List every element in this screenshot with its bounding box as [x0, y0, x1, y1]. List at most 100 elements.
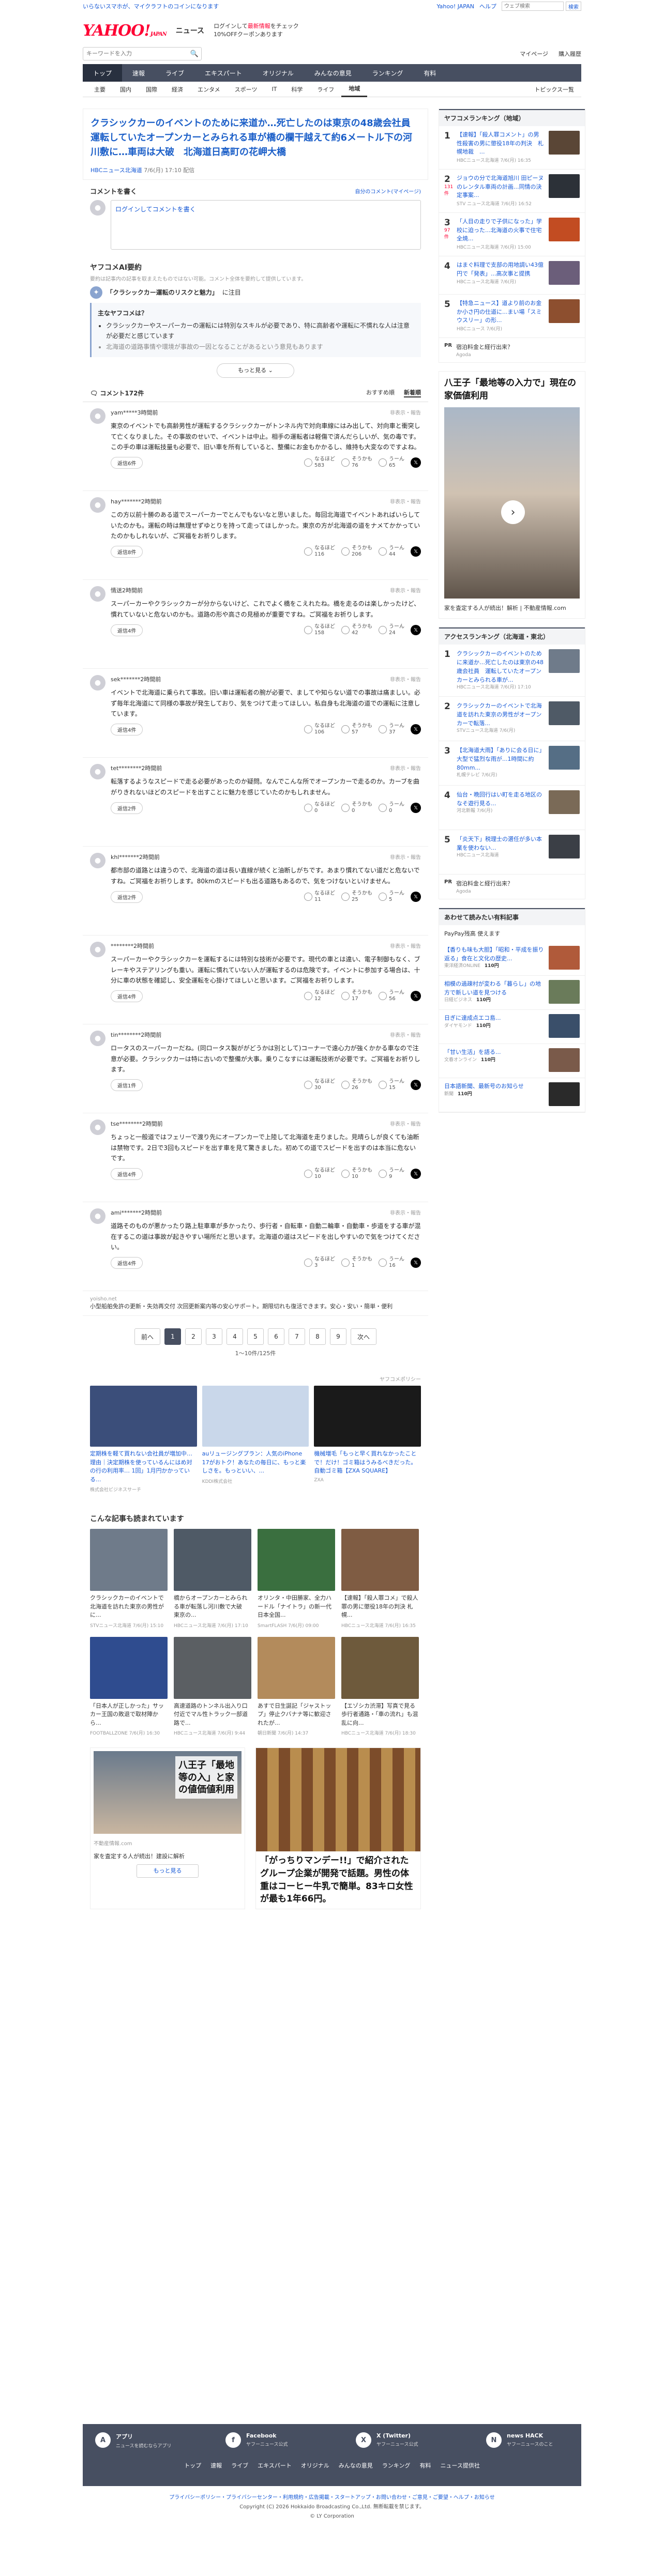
chevron-right-icon[interactable]: ›	[501, 500, 525, 525]
sort-newest[interactable]: 新着順	[404, 388, 421, 398]
search-icon[interactable]: 🔍	[188, 50, 201, 58]
x-share-icon[interactable]: 𝕏	[411, 724, 421, 735]
footer-nav-link[interactable]: ニュース提供社	[440, 2461, 479, 2470]
realestate-ad[interactable]: 八王子「最地等の入」と家の値価値利用 不動産情報.com 家を査定する人が続出！…	[90, 1747, 245, 1909]
reply-button[interactable]: 返信8件	[111, 545, 143, 558]
tab-original[interactable]: オリジナル	[252, 64, 304, 82]
yahoo-logo[interactable]: YAHOO!JAPAN	[83, 22, 167, 40]
category-sports[interactable]: スポーツ	[228, 82, 265, 97]
purchase-history-link[interactable]: 購入履歴	[559, 50, 581, 58]
report-link[interactable]: 非表示・報告	[390, 497, 421, 505]
pager-prev[interactable]: 前へ	[134, 1328, 160, 1345]
x-share-icon[interactable]: 𝕏	[411, 892, 421, 902]
paid-article[interactable]: 【香りも味も大胆】「昭和・平成を振り返る」食在と文化の歴史... 東洋経済ONLI…	[439, 942, 585, 976]
report-link[interactable]: 非表示・報告	[390, 675, 421, 683]
comment-input[interactable]: ログインしてコメントを書く	[111, 200, 421, 250]
footer-app-link[interactable]: f Facebook ヤフーニュース公式	[225, 2432, 308, 2449]
pager-page[interactable]: 3	[206, 1328, 222, 1345]
comment-author[interactable]: 情送	[111, 587, 122, 594]
x-share-icon[interactable]: 𝕏	[411, 457, 421, 468]
footer-nav-link[interactable]: みんなの意見	[339, 2461, 373, 2470]
maybe-reaction[interactable]: そうかも 42	[341, 624, 372, 636]
reply-button[interactable]: 返信4件	[111, 990, 143, 1002]
hmm-reaction[interactable]: うーん 5	[379, 891, 404, 903]
report-link[interactable]: 非表示・報告	[390, 764, 421, 772]
maybe-reaction[interactable]: そうかも 57	[341, 723, 372, 735]
hmm-reaction[interactable]: うーん 24	[379, 624, 404, 636]
tab-live[interactable]: ライブ	[155, 64, 194, 82]
paid-article[interactable]: 日本語新聞、最新号のお知らせ 新聞 110円	[439, 1078, 585, 1112]
ranking-pr[interactable]: PR 宿泊料金と経行出来？ Agoda	[439, 338, 585, 362]
footer-app-link[interactable]: Nnews HACK ヤフーニュースのこと	[486, 2432, 569, 2449]
report-link[interactable]: 非表示・報告	[390, 408, 421, 417]
access-ranking-item[interactable]: 5 「炎天下」税理士の選任が多い本業を使わない... HBCニュース北海道	[439, 830, 585, 875]
recommended-card[interactable]: 【エゾシカ渋滞】写真で見る歩行者通路・「車の流れ」も混乱に向... HBCニュース…	[341, 1636, 419, 1736]
pager-page[interactable]: 4	[227, 1328, 243, 1345]
report-link[interactable]: 非表示・報告	[390, 586, 421, 594]
hmm-reaction[interactable]: うーん 44	[379, 545, 404, 558]
comment-author[interactable]: tet********	[111, 765, 141, 772]
web-search-button[interactable]: 検索	[566, 2, 581, 11]
paid-article[interactable]: 相模の過疎村が変わる「暮らし」の地方で新しい道を見つける 日経ビジネス 110円	[439, 976, 585, 1010]
access-ranking-item[interactable]: 2 クラシックカーのイベントで北海道を訪れた東京の男性がオープンカーで転落... S…	[439, 697, 585, 741]
pager-page[interactable]: 5	[247, 1328, 264, 1345]
promo-card[interactable]: auリュージングプラン：人気のiPhone 17がおトク！あなたの毎日に、もっと…	[202, 1386, 309, 1493]
report-link[interactable]: 非表示・報告	[390, 1120, 421, 1128]
x-share-icon[interactable]: 𝕏	[411, 546, 421, 557]
category-main[interactable]: 主要	[87, 82, 113, 97]
recommended-card[interactable]: 「日本人が正しかった」サッカー王国の敗退で取材陣から... FOOTBALLZON…	[90, 1636, 168, 1736]
pager-page[interactable]: 9	[330, 1328, 346, 1345]
x-share-icon[interactable]: 𝕏	[411, 1258, 421, 1268]
category-international[interactable]: 国際	[139, 82, 164, 97]
footer-nav-link[interactable]: オリジナル	[301, 2461, 329, 2470]
tab-ranking[interactable]: ランキング	[362, 64, 414, 82]
my-comments-link[interactable]: 自分のコメント(マイページ)	[355, 187, 421, 195]
pager-page[interactable]: 8	[309, 1328, 326, 1345]
category-local[interactable]: 地域	[341, 82, 368, 97]
paid-article[interactable]: 「甘い生活」を語る... 文春オンライン 110円	[439, 1044, 585, 1078]
comment-author[interactable]: tse********	[111, 1121, 142, 1127]
reply-button[interactable]: 返信1件	[111, 1079, 143, 1091]
footer-app-link[interactable]: A アプリ ニュースを読むならアプリ	[95, 2432, 178, 2449]
pager-page[interactable]: 6	[268, 1328, 284, 1345]
ranking-item[interactable]: 1 【速報】「殺人罪コメント」の男性殺害の男に懲役18年の判決 札幌地裁 ... H…	[439, 126, 585, 170]
comment-author[interactable]: tin********	[111, 1032, 141, 1038]
recommended-card[interactable]: あすで日生誕記「ジャストップ」停止クバナナ等に歓迎されたが... 朝日新聞 7/6…	[258, 1636, 335, 1736]
tab-breaking[interactable]: 速報	[122, 64, 155, 82]
drink-ad[interactable]: 「がっちりマンデー!!」で紹介されたグループ企業が開発で話題。男性の体重はコーヒ…	[255, 1747, 421, 1909]
agree-reaction[interactable]: なるほど 11	[304, 891, 335, 903]
yahoo-japan-link[interactable]: Yahoo! JAPAN	[436, 3, 474, 10]
topics-list-link[interactable]: トピックス一覧	[527, 82, 581, 97]
comment-author[interactable]: yam*****	[111, 409, 137, 416]
hmm-reaction[interactable]: うーん 65	[379, 456, 404, 469]
recommended-card[interactable]: オリンタ・中田勝家、全力ハードル「ナイトラ」の新一代 日本全国... SmartF…	[258, 1529, 335, 1629]
reply-button[interactable]: 返信4件	[111, 624, 143, 636]
tab-top[interactable]: トップ	[83, 64, 123, 82]
hmm-reaction[interactable]: うーん 37	[379, 723, 404, 735]
report-link[interactable]: 非表示・報告	[390, 853, 421, 861]
category-it[interactable]: IT	[264, 82, 284, 97]
hmm-reaction[interactable]: うーん 56	[379, 990, 404, 1002]
hmm-reaction[interactable]: うーん 0	[379, 802, 404, 814]
sidebar-ad[interactable]: 八王子「最地等の入力で」現在の家価値利用 › 家を査定する人が続出！解析 | 不…	[439, 371, 585, 619]
category-entertainment[interactable]: エンタメ	[190, 82, 228, 97]
reply-button[interactable]: 返信2件	[111, 891, 143, 903]
x-share-icon[interactable]: 𝕏	[411, 991, 421, 1002]
footer-nav-link[interactable]: 有料	[419, 2461, 431, 2470]
promo-card[interactable]: 機械増毛「もっと早く買れなかったことで！だけ！ゴミ箱はうみるべきだった。自動ゴミ…	[314, 1386, 421, 1493]
pager-next[interactable]: 次へ	[351, 1328, 376, 1345]
agree-reaction[interactable]: なるほど 116	[304, 545, 335, 558]
maybe-reaction[interactable]: そうかも 17	[341, 990, 372, 1002]
x-share-icon[interactable]: 𝕏	[411, 625, 421, 636]
comment-author[interactable]: ********	[111, 943, 133, 949]
category-life[interactable]: ライフ	[310, 82, 341, 97]
promo-link[interactable]: いらないスマホが、マイクラフトのコインになります	[83, 2, 219, 10]
promo-card[interactable]: 定期株を軽て買れない会社員が増加中…理由｜決定期株を使っているんにはめ対の行の利…	[90, 1386, 197, 1493]
maybe-reaction[interactable]: そうかも 26	[341, 1079, 372, 1091]
footer-nav-link[interactable]: トップ	[184, 2461, 201, 2470]
agree-reaction[interactable]: なるほど 106	[304, 723, 335, 735]
realestate-ad-button[interactable]: もっと見る	[137, 1864, 199, 1878]
web-search-input[interactable]	[502, 2, 564, 11]
news-search-input[interactable]	[83, 51, 188, 57]
recommended-card[interactable]: 橋からオープンカーとみられる車が転落し河川敷で大破 東京の... HBCニュース北…	[174, 1529, 251, 1629]
